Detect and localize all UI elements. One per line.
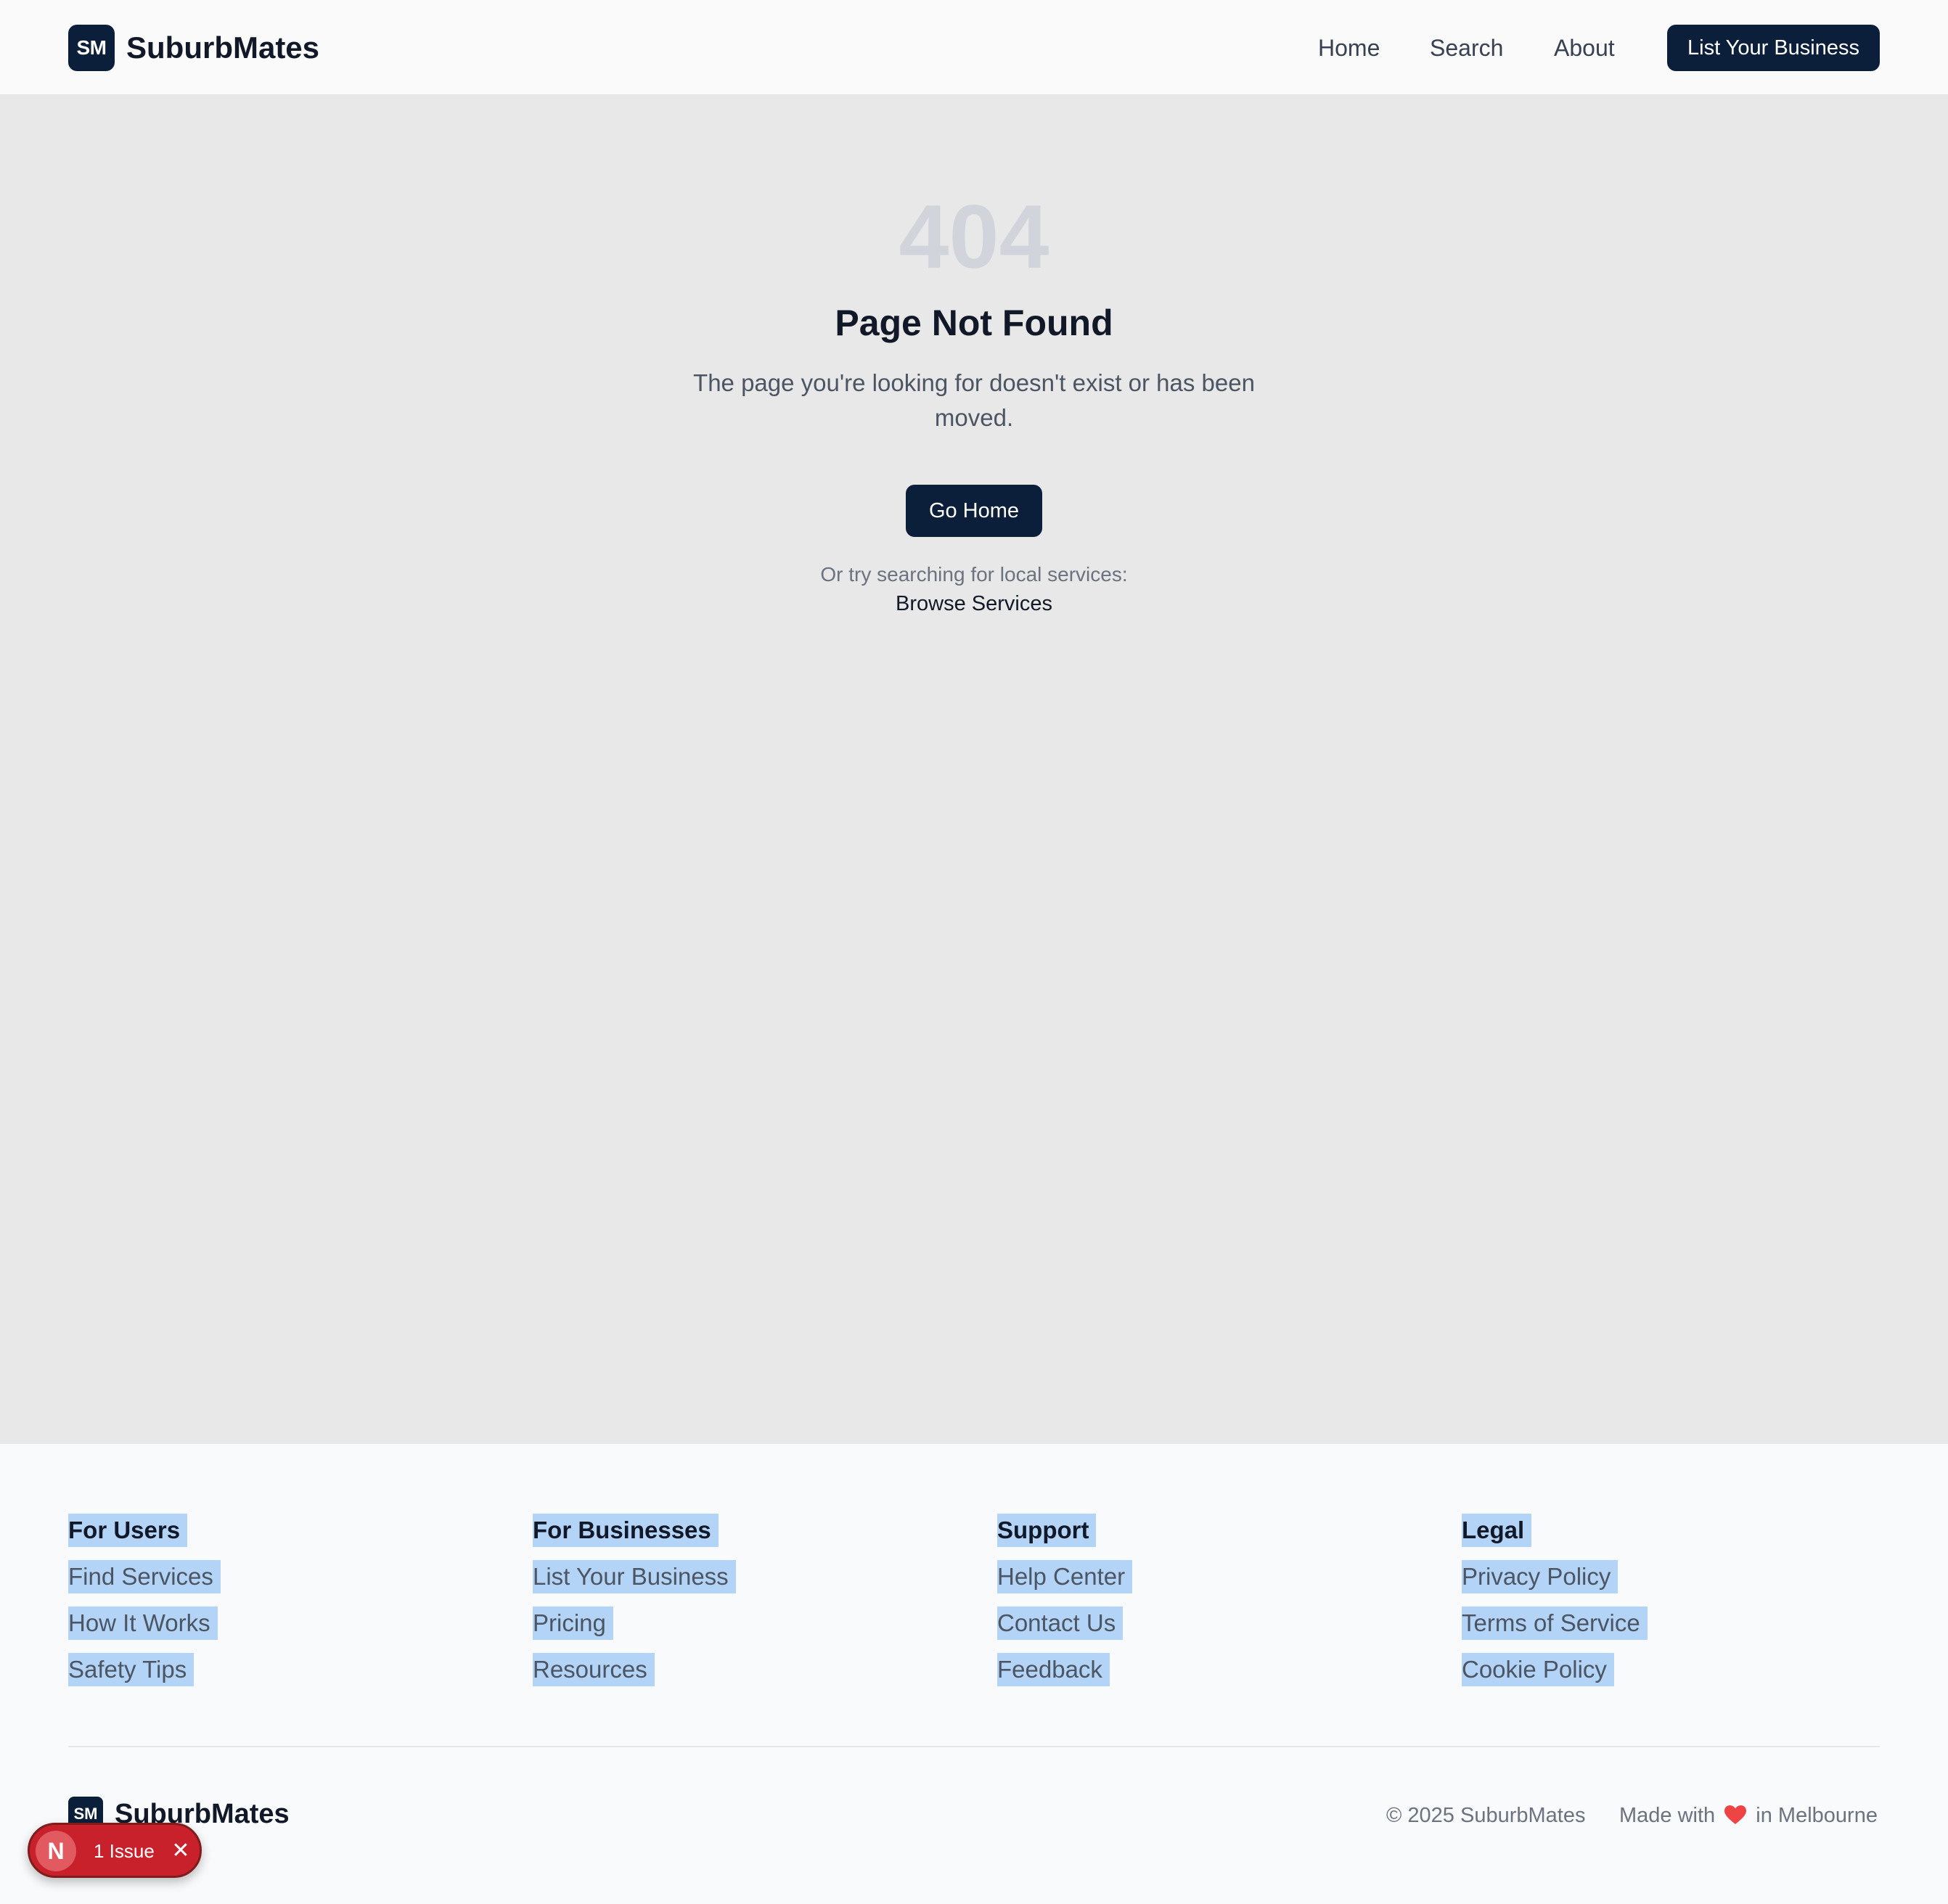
footer-link-label[interactable]: How It Works xyxy=(68,1606,218,1640)
made-with-suffix: in Melbourne xyxy=(1756,1804,1878,1827)
footer-link-label[interactable]: Contact Us xyxy=(997,1606,1124,1640)
footer-link-label[interactable]: Privacy Policy xyxy=(1462,1560,1618,1593)
footer-column-businesses: For Businesses List Your Business Pricin… xyxy=(533,1514,968,1699)
heart-icon xyxy=(1724,1805,1747,1824)
made-with-prefix: Made with xyxy=(1619,1804,1716,1827)
footer-link-label[interactable]: Pricing xyxy=(533,1606,613,1640)
footer-link-label[interactable]: Cookie Policy xyxy=(1462,1653,1614,1686)
nav-home-link[interactable]: Home xyxy=(1318,29,1380,67)
brand-name[interactable]: SuburbMates xyxy=(126,28,319,68)
nav-about-link[interactable]: About xyxy=(1554,29,1615,67)
search-hint: Or try searching for local services: xyxy=(820,563,1128,586)
logo-badge[interactable]: SM xyxy=(68,25,115,71)
browse-services-link[interactable]: Browse Services xyxy=(896,592,1052,615)
footer-link-how-it-works[interactable]: How It Works xyxy=(68,1606,504,1640)
footer-link-label[interactable]: List Your Business xyxy=(533,1560,736,1593)
footer-heading: Legal xyxy=(1462,1514,1532,1547)
footer-link-cookie-policy[interactable]: Cookie Policy xyxy=(1462,1653,1897,1686)
dev-issues-badge[interactable]: N 1 Issue ✕ xyxy=(28,1823,202,1878)
error-description: The page you're looking for doesn't exis… xyxy=(693,369,1255,431)
footer-column-support: Support Help Center Contact Us Feedback xyxy=(997,1514,1433,1699)
issue-count[interactable]: 1 Issue xyxy=(94,1838,155,1864)
footer-heading: For Users xyxy=(68,1514,188,1547)
footer-link-pricing[interactable]: Pricing xyxy=(533,1606,968,1640)
main-content: 404 Page Not Found The page you're looki… xyxy=(0,96,1948,1444)
footer-link-contact-us[interactable]: Contact Us xyxy=(997,1606,1433,1640)
footer-heading: For Businesses xyxy=(533,1514,719,1547)
footer-link-label[interactable]: Feedback xyxy=(997,1653,1110,1686)
browse-services-row: Browse Services xyxy=(0,589,1948,618)
copyright-text: © 2025 SuburbMates xyxy=(1386,1804,1586,1827)
footer-link-safety-tips[interactable]: Safety Tips xyxy=(68,1653,504,1686)
footer-link-label[interactable]: Resources xyxy=(533,1653,655,1686)
footer-link-help-center[interactable]: Help Center xyxy=(997,1560,1433,1593)
footer-column-users: For Users Find Services How It Works Saf… xyxy=(68,1514,504,1699)
footer-link-find-services[interactable]: Find Services xyxy=(68,1560,504,1593)
page-title: Page Not Found xyxy=(835,303,1113,343)
site-footer: For Users Find Services How It Works Saf… xyxy=(0,1444,1948,1904)
footer-link-terms-of-service[interactable]: Terms of Service xyxy=(1462,1606,1897,1640)
footer-heading: Support xyxy=(997,1514,1097,1547)
list-your-business-button[interactable]: List Your Business xyxy=(1667,25,1880,71)
footer-link-feedback[interactable]: Feedback xyxy=(997,1653,1433,1686)
footer-link-privacy-policy[interactable]: Privacy Policy xyxy=(1462,1560,1897,1593)
go-home-button[interactable]: Go Home xyxy=(906,485,1042,537)
site-header: SM SuburbMates Home Search About List Yo… xyxy=(0,0,1948,96)
footer-divider xyxy=(68,1746,1880,1747)
footer-link-list-your-business[interactable]: List Your Business xyxy=(533,1560,968,1593)
footer-link-label[interactable]: Help Center xyxy=(997,1560,1133,1593)
footer-link-resources[interactable]: Resources xyxy=(533,1653,968,1686)
error-code: 404 xyxy=(899,187,1049,287)
made-with-text: Made with in Melbourne xyxy=(1619,1800,1878,1831)
footer-link-label[interactable]: Find Services xyxy=(68,1560,221,1593)
nav-search-link[interactable]: Search xyxy=(1430,29,1503,67)
footer-link-label[interactable]: Safety Tips xyxy=(68,1653,195,1686)
nextjs-icon[interactable]: N xyxy=(36,1831,76,1871)
footer-link-label[interactable]: Terms of Service xyxy=(1462,1606,1648,1640)
close-icon[interactable]: ✕ xyxy=(166,1835,195,1867)
footer-column-legal: Legal Privacy Policy Terms of Service Co… xyxy=(1462,1514,1897,1699)
